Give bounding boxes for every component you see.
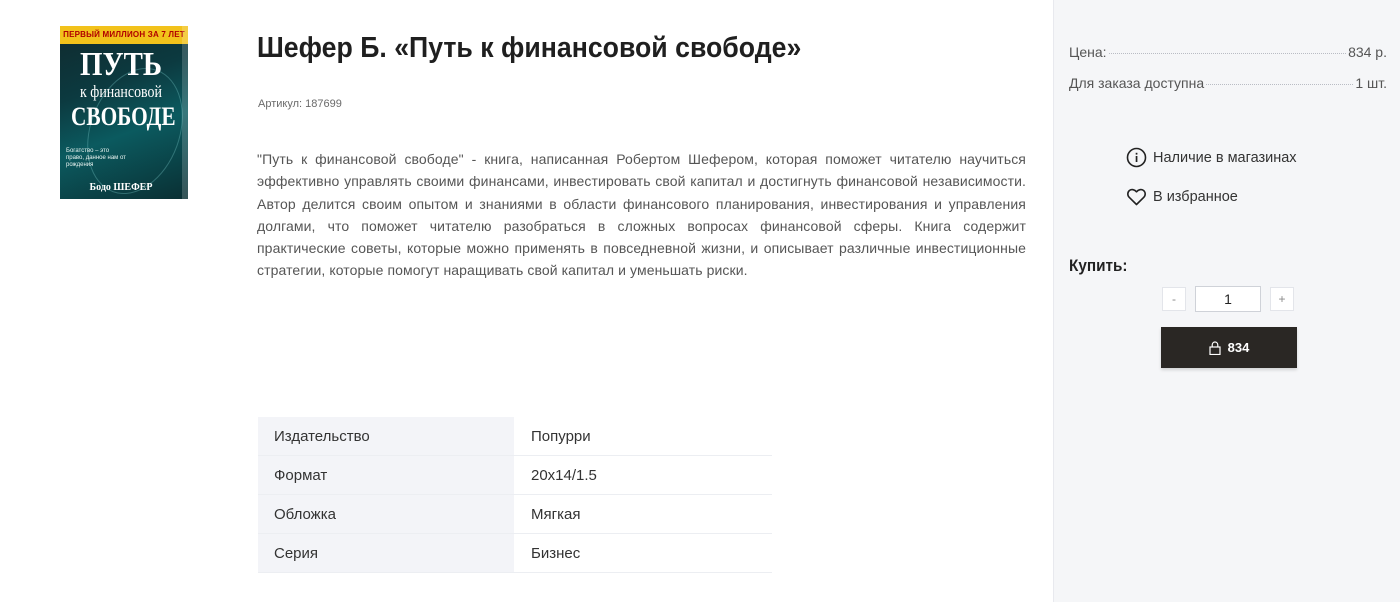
quantity-increase-button[interactable]: +	[1270, 287, 1294, 311]
purchase-panel: Цена: 834 р. Для заказа доступна 1 шт. Н…	[1053, 0, 1400, 602]
price-row: Цена: 834 р.	[1069, 44, 1387, 60]
stores-availability-link[interactable]: Наличие в магазинах	[1126, 147, 1297, 168]
dotted-leader	[1206, 84, 1354, 85]
product-title: Шефер Б. «Путь к финансовой свободе»	[257, 32, 802, 64]
product-description: "Путь к финансовой свободе" - книга, нап…	[257, 151, 1026, 279]
buy-button[interactable]: 834	[1161, 327, 1297, 368]
stock-row: Для заказа доступна 1 шт.	[1069, 75, 1387, 91]
info-icon	[1126, 147, 1147, 168]
stores-availability-label: Наличие в магазинах	[1153, 149, 1297, 166]
cover-band-text: ПЕРВЫЙ МИЛЛИОН ЗА 7 ЛЕТ	[60, 26, 188, 44]
heart-icon	[1127, 188, 1146, 206]
product-sku: Артикул: 187699	[258, 98, 342, 110]
quantity-decrease-button[interactable]: -	[1162, 287, 1186, 311]
cover-title-line1: ПУТЬ	[79, 46, 163, 83]
cover-author: Бодо ШЕФЕР	[89, 182, 153, 193]
cover-spine	[182, 26, 188, 199]
cover-title-line3: СВОБОДЕ	[70, 102, 176, 131]
table-row: Издательство Попурри	[258, 417, 772, 456]
dotted-leader	[1108, 53, 1347, 54]
spec-key-cover: Обложка	[258, 495, 514, 533]
add-to-favorites-label: В избранное	[1153, 189, 1238, 205]
spec-value-series: Бизнес	[531, 545, 581, 562]
spec-key-format: Формат	[258, 456, 514, 494]
quantity-input[interactable]	[1195, 286, 1261, 312]
price-label: Цена:	[1069, 44, 1107, 60]
specs-table: Издательство Попурри Формат 20x14/1.5 Об…	[258, 417, 772, 573]
table-row: Обложка Мягкая	[258, 495, 772, 534]
cover-title-line2: к финансовой	[80, 82, 162, 101]
spec-value-format: 20x14/1.5	[531, 467, 597, 484]
spec-value-publisher: Попурри	[531, 428, 591, 445]
product-page: ПЕРВЫЙ МИЛЛИОН ЗА 7 ЛЕТ ПУТЬ к финансово…	[0, 0, 1400, 602]
lock-icon	[1209, 340, 1221, 355]
buy-label: Купить:	[1069, 256, 1128, 275]
price-value: 834 р.	[1348, 44, 1387, 60]
table-row: Серия Бизнес	[258, 534, 772, 573]
book-cover-image[interactable]: ПЕРВЫЙ МИЛЛИОН ЗА 7 ЛЕТ ПУТЬ к финансово…	[60, 26, 188, 199]
spec-value-cover: Мягкая	[531, 506, 581, 523]
add-to-favorites-link[interactable]: В избранное	[1126, 187, 1238, 207]
cover-tagline: Богатство – это право, данное нам от рож…	[66, 148, 126, 168]
stock-value: 1 шт.	[1355, 75, 1387, 91]
spec-key-series: Серия	[258, 534, 514, 572]
spec-key-publisher: Издательство	[258, 417, 514, 455]
table-row: Формат 20x14/1.5	[258, 456, 772, 495]
stock-label: Для заказа доступна	[1069, 75, 1205, 91]
buy-button-price: 834	[1227, 340, 1250, 355]
